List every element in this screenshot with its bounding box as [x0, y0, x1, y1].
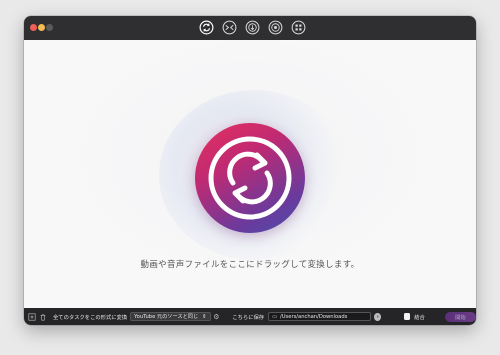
compress-icon [222, 20, 237, 35]
tab-compress[interactable] [221, 19, 238, 36]
select-arrows-icon: ⇕ [202, 313, 207, 320]
tab-convert[interactable] [198, 19, 215, 36]
convert-hero-button[interactable] [195, 123, 305, 233]
tab-download[interactable] [244, 19, 261, 36]
arrow-right-icon: › [376, 313, 379, 320]
add-file-button[interactable] [28, 312, 36, 321]
drop-instruction-text: 動画や音声ファイルをここにドラッグして変換します。 [140, 260, 360, 270]
format-select-value: YouTube 元のソースと同じ [134, 314, 199, 320]
merge-label: 結合 [414, 314, 425, 321]
format-settings-button[interactable]: ⚙ [213, 312, 221, 321]
title-bar [24, 16, 476, 40]
format-select[interactable]: YouTube 元のソースと同じ ⇕ [130, 312, 211, 321]
app-window: 動画や音声ファイルをここにドラッグして変換します。 全てのタスクをこの形式に変換… [24, 16, 476, 325]
merge-checkbox[interactable] [404, 313, 411, 320]
delete-button[interactable] [39, 312, 47, 321]
convert-icon [199, 20, 214, 35]
start-button-label: 開始 [455, 314, 466, 321]
tab-toolbox[interactable] [290, 19, 307, 36]
download-icon [245, 20, 260, 35]
convert-arrows-icon [208, 136, 292, 220]
toolbox-icon [291, 20, 306, 35]
mode-tabs [198, 19, 307, 36]
folder-icon: ▭ [272, 313, 277, 320]
output-path-value: /Users/anchan/Downloads [280, 313, 348, 320]
minimize-window-button[interactable] [38, 24, 45, 31]
gear-icon: ⚙ [213, 312, 220, 321]
maximize-window-button[interactable] [46, 24, 53, 31]
tab-record[interactable] [267, 19, 284, 36]
convert-all-label: 全てのタスクをこの形式に変換 [53, 314, 128, 321]
add-file-icon [28, 312, 36, 321]
start-button[interactable]: 開始 [444, 311, 476, 322]
save-to-label: こちらに保存 [232, 314, 265, 321]
open-folder-button[interactable]: › [374, 312, 382, 321]
drop-zone[interactable]: 動画や音声ファイルをここにドラッグして変換します。 [24, 40, 476, 308]
bottom-toolbar: 全てのタスクをこの形式に変換 YouTube 元のソースと同じ ⇕ ⚙ こちらに… [24, 308, 476, 325]
close-window-button[interactable] [30, 24, 37, 31]
trash-icon [40, 313, 46, 321]
output-path-field[interactable]: ▭ /Users/anchan/Downloads [268, 312, 372, 321]
record-icon [268, 20, 283, 35]
